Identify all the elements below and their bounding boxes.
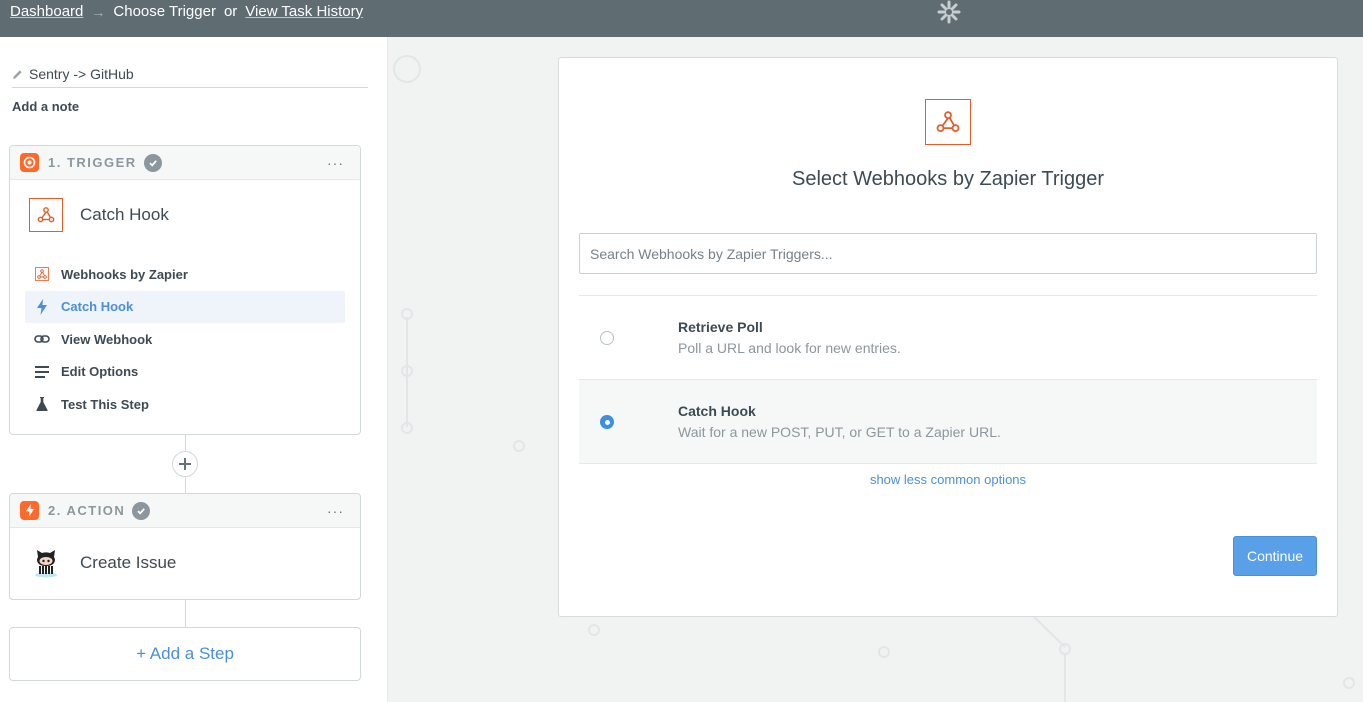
zap-name: Sentry -> GitHub [29,66,134,82]
step-connector [185,600,186,627]
link-icon [34,331,50,347]
action-menu-button[interactable]: ··· [327,503,344,519]
trigger-step-label: 1. TRIGGER [48,155,137,170]
substep-view-webhook[interactable]: View Webhook [25,323,345,356]
insert-step-button[interactable] [172,451,198,477]
pencil-icon [12,70,22,80]
trigger-menu-button[interactable]: ··· [327,155,344,171]
action-card: 2. ACTION ··· Create Issue [9,493,361,600]
action-card-header[interactable]: 2. ACTION ··· [10,494,360,528]
option-description: Poll a URL and look for new entries. [678,340,901,356]
webhook-icon [29,198,63,232]
substep-label: Webhooks by Zapier [61,266,188,282]
zap-name-field[interactable]: Sentry -> GitHub [12,66,368,88]
flask-icon [34,396,50,412]
action-step-label: 2. ACTION [48,503,126,518]
substep-label: View Webhook [61,331,153,347]
substep-test-this-step[interactable]: Test This Step [25,388,345,421]
trigger-card: 1. TRIGGER ··· Catch Hook Webhooks by Za… [9,145,361,435]
continue-button[interactable]: Continue [1233,536,1317,576]
sidebar: Sentry -> GitHub Add a note 1. TRIGGER ·… [0,37,388,702]
check-icon [132,501,151,520]
show-less-options-link[interactable]: show less common options [559,472,1337,487]
breadcrumb-arrow: → [91,3,106,20]
trigger-selection-panel: Select Webhooks by Zapier Trigger Retrie… [558,57,1338,617]
option-catch-hook[interactable]: Catch Hook Wait for a new POST, PUT, or … [579,380,1317,464]
radio-retrieve-poll[interactable] [600,331,614,345]
search-input[interactable] [579,233,1317,274]
breadcrumb-or: or [223,3,238,20]
substep-label: Catch Hook [61,299,134,315]
panel-title: Select Webhooks by Zapier Trigger [791,168,1104,190]
webhook-icon [34,266,50,282]
substep-catch-hook[interactable]: Catch Hook [25,290,345,323]
substep-edit-options[interactable]: Edit Options [25,356,345,389]
action-title: Create Issue [80,553,177,572]
action-badge-icon [20,501,39,520]
option-description: Wait for a new POST, PUT, or GET to a Za… [678,424,1001,440]
add-note-link[interactable]: Add a note [12,99,79,114]
view-task-history-link[interactable]: View Task History [245,3,363,20]
plus-icon [179,458,191,470]
substep-label: Edit Options [61,364,139,380]
option-title: Catch Hook [678,403,756,419]
breadcrumb-current: Choose Trigger [113,3,216,20]
option-retrieve-poll[interactable]: Retrieve Poll Poll a URL and look for ne… [579,296,1317,380]
webhook-icon [925,99,971,145]
trigger-badge-icon [20,153,39,172]
divider [579,463,1317,464]
github-octocat-icon [29,546,63,580]
list-icon [34,364,50,380]
bolt-icon [34,298,50,315]
add-step-button[interactable]: + Add a Step [9,627,361,681]
trigger-substeps: Webhooks by Zapier Catch Hook View Webho… [10,250,360,437]
zapier-logo-icon[interactable] [937,0,961,24]
substep-label: Test This Step [61,396,149,412]
check-icon [143,153,162,172]
breadcrumb: Dashboard → Choose Trigger or View Task … [10,3,363,20]
top-bar: Dashboard → Choose Trigger or View Task … [0,0,1363,37]
option-title: Retrieve Poll [678,319,763,335]
substep-webhooks-by-zapier[interactable]: Webhooks by Zapier [25,258,345,291]
trigger-title: Catch Hook [80,205,169,224]
trigger-app-row[interactable]: Catch Hook [10,180,360,250]
trigger-card-header[interactable]: 1. TRIGGER ··· [10,146,360,180]
action-app-row[interactable]: Create Issue [10,528,360,598]
radio-catch-hook[interactable] [600,415,614,429]
dashboard-link[interactable]: Dashboard [10,3,83,20]
